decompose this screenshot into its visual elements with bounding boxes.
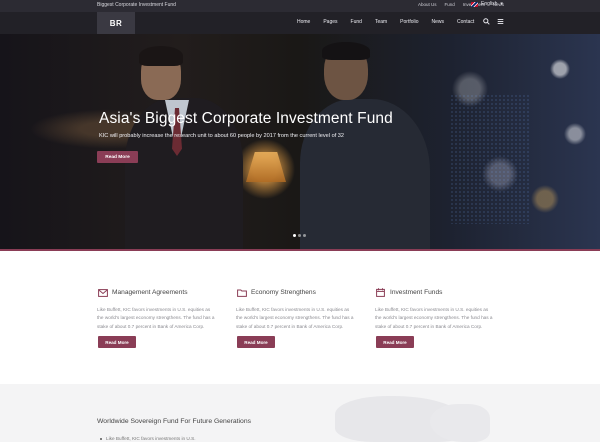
feature-title: Management Agreements bbox=[112, 289, 188, 296]
menu-item-contact[interactable]: Contact bbox=[457, 19, 474, 25]
hero-title: Asia's Biggest Corporate Investment Fund bbox=[99, 110, 393, 127]
utility-link-about[interactable]: About Us bbox=[418, 2, 437, 7]
chevron-down-icon: ▾ bbox=[500, 1, 503, 7]
businessman-left bbox=[125, 46, 245, 249]
section-title: Worldwide Sovereign Fund For Future Gene… bbox=[97, 418, 252, 425]
feature-description: Like Buffett, KIC favors investments in … bbox=[236, 307, 354, 329]
feature-economy-strengthens: Economy Strengthens Like Buffett, KIC fa… bbox=[236, 287, 366, 348]
uk-flag-icon bbox=[471, 1, 478, 7]
language-selector[interactable]: English ▾ bbox=[471, 1, 503, 7]
bokeh-lights bbox=[450, 94, 530, 224]
envelope-icon bbox=[97, 287, 108, 298]
lamp-light bbox=[246, 152, 286, 182]
slider-dot[interactable] bbox=[293, 234, 296, 237]
site-logo[interactable]: BR bbox=[97, 12, 135, 35]
top-utility-bar: Biggest Corporate Investment Fund About … bbox=[0, 0, 600, 12]
menu-item-fund[interactable]: Fund bbox=[351, 19, 362, 25]
slider-dot[interactable] bbox=[303, 234, 306, 237]
calendar-icon bbox=[375, 287, 386, 298]
list-item: Like Buffett, KIC favors investments in … bbox=[100, 436, 196, 441]
language-label: English bbox=[481, 1, 498, 7]
hero-accent-line bbox=[0, 249, 600, 251]
slider-dot[interactable] bbox=[298, 234, 301, 237]
bullet-icon bbox=[100, 437, 102, 440]
feature-title: Economy Strengthens bbox=[251, 289, 316, 296]
feature-management-agreements: Management Agreements Like Buffett, KIC … bbox=[97, 287, 227, 348]
hero-slider bbox=[0, 34, 600, 249]
feature-description: Like Buffett, KIC favors investments in … bbox=[97, 307, 215, 329]
read-more-button[interactable]: Read More bbox=[98, 336, 136, 348]
utility-link-fund[interactable]: Fund bbox=[444, 2, 454, 7]
hero-read-more-button[interactable]: Read More bbox=[97, 151, 138, 163]
menu-item-team[interactable]: Team bbox=[375, 19, 387, 25]
list-item-text: Like Buffett, KIC favors investments in … bbox=[106, 436, 196, 441]
site-tagline: Biggest Corporate Investment Fund bbox=[97, 2, 176, 8]
slider-pagination bbox=[293, 234, 306, 237]
feature-title: Investment Funds bbox=[390, 289, 443, 296]
folder-icon bbox=[236, 287, 247, 298]
menu-item-pages[interactable]: Pages bbox=[323, 19, 337, 25]
hero-subtitle: KIC will probably increase the research … bbox=[99, 133, 345, 139]
read-more-button[interactable]: Read More bbox=[376, 336, 414, 348]
search-icon[interactable] bbox=[483, 18, 490, 27]
main-menu: Home Pages Fund Team Portfolio News Cont… bbox=[297, 19, 487, 25]
read-more-button[interactable]: Read More bbox=[237, 336, 275, 348]
menu-icon[interactable] bbox=[497, 18, 504, 27]
menu-item-news[interactable]: News bbox=[432, 19, 445, 25]
feature-investment-funds: Investment Funds Like Buffett, KIC favor… bbox=[375, 287, 505, 348]
businessman-right bbox=[300, 42, 430, 249]
sovereign-fund-section bbox=[0, 384, 600, 442]
menu-item-portfolio[interactable]: Portfolio bbox=[400, 19, 418, 25]
menu-item-home[interactable]: Home bbox=[297, 19, 310, 25]
feature-description: Like Buffett, KIC favors investments in … bbox=[375, 307, 493, 329]
